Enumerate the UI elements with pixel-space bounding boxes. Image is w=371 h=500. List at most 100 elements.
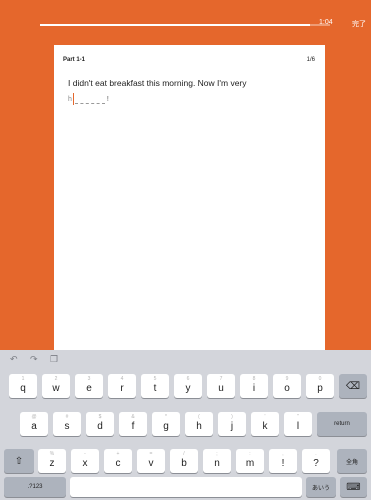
key-label: f — [131, 421, 135, 432]
hide-keyboard-key[interactable]: ⌨ — [340, 477, 367, 497]
key-label: o — [284, 383, 290, 394]
key-w[interactable]: 2w — [42, 374, 70, 398]
key-label: t — [153, 383, 157, 394]
paste-icon[interactable]: ❐ — [50, 354, 58, 365]
key-label: y — [185, 383, 191, 394]
key-secondary-label: @ — [31, 414, 37, 420]
key-secondary-label: * — [165, 414, 167, 420]
key-secondary-label: - — [84, 451, 86, 457]
keyboard: ↶ ↷ ❐ 1 q 2 w 3 e 4 r 5 t 6 y 7 u 8 i 9 o 0 p ⌫ @ a # s $ d & f * g(h)… — [0, 350, 371, 500]
key-secondary-label: 2 — [54, 376, 58, 382]
numbers-key[interactable]: .?123 — [4, 477, 66, 497]
key-l[interactable]: " l — [284, 412, 312, 436]
key-label: ! — [281, 458, 285, 469]
key-k[interactable]: ' k — [251, 412, 279, 436]
finish-button[interactable]: 完了 — [352, 19, 366, 29]
key-label: j — [230, 421, 234, 432]
key-m[interactable]: :m — [236, 449, 264, 473]
key-z[interactable]: % z — [38, 449, 66, 473]
key-label: n — [214, 458, 220, 469]
key-d[interactable]: $ d — [86, 412, 114, 436]
answer-line[interactable]: h ! — [68, 92, 109, 106]
key-x[interactable]: -x — [71, 449, 99, 473]
end-punctuation: ! — [106, 95, 109, 103]
key-label: a — [31, 421, 37, 432]
key-b[interactable]: / b — [170, 449, 198, 473]
key-label: h — [196, 421, 202, 432]
key-e[interactable]: 3e — [75, 374, 103, 398]
key-label: m — [245, 458, 255, 469]
return-key[interactable]: return — [317, 412, 367, 436]
keyboard-toolbar: ↶ ↷ ❐ — [0, 350, 371, 368]
key-label: i — [252, 383, 256, 394]
question-sentence: I didn't eat breakfast this morning. Now… — [68, 78, 247, 88]
key-label: w — [52, 383, 60, 394]
key-label: ? — [313, 458, 319, 469]
key-label: x — [82, 458, 88, 469]
key-j[interactable]: ) j — [218, 412, 246, 436]
key-label: e — [86, 383, 92, 394]
key-label: r — [120, 383, 124, 394]
undo-icon[interactable]: ↶ — [10, 354, 18, 365]
key-secondary-label: ; — [216, 451, 218, 457]
key-label: q — [20, 383, 26, 394]
key-n[interactable]: ; n — [203, 449, 231, 473]
key-secondary-label: 8 — [252, 376, 256, 382]
key-a[interactable]: @ a — [20, 412, 48, 436]
key-secondary-label: $ — [98, 414, 102, 420]
redo-icon[interactable]: ↷ — [30, 354, 38, 365]
key-secondary-label: # — [65, 414, 69, 420]
key-c[interactable]: + c — [104, 449, 132, 473]
key-u[interactable]: 7u — [207, 374, 235, 398]
key-secondary-label: 0 — [318, 376, 322, 382]
key-exclamation[interactable]: ,! — [269, 449, 297, 473]
key-i[interactable]: 8i — [240, 374, 268, 398]
key-s[interactable]: # s — [53, 412, 81, 436]
timer-text: 1:04 — [319, 19, 333, 26]
key-secondary-label: 7 — [219, 376, 223, 382]
question-card: Part 1-1 1/6 I didn't eat breakfast this… — [54, 45, 325, 355]
answer-blank[interactable] — [74, 94, 105, 104]
key-secondary-label: : — [249, 451, 251, 457]
key-secondary-label: , — [282, 451, 284, 457]
key-q[interactable]: 1q — [9, 374, 37, 398]
key-secondary-label: . — [315, 451, 317, 457]
key-secondary-label: ( — [198, 414, 200, 420]
key-p[interactable]: 0p — [306, 374, 334, 398]
key-label: g — [163, 421, 169, 432]
answer-hint: h — [68, 95, 72, 103]
key-secondary-label: 4 — [120, 376, 124, 382]
key-f[interactable]: & f — [119, 412, 147, 436]
key-secondary-label: = — [149, 451, 153, 457]
progress-fill — [40, 24, 310, 26]
full-width-key[interactable]: 全角 — [337, 449, 367, 473]
shift-key[interactable]: ⇧ — [4, 449, 34, 473]
key-secondary-label: 9 — [285, 376, 289, 382]
key-label: l — [296, 421, 300, 432]
key-label: s — [64, 421, 70, 432]
key-label: c — [115, 458, 121, 469]
key-secondary-label: 5 — [153, 376, 157, 382]
part-label: Part 1-1 — [63, 57, 86, 63]
space-key[interactable] — [70, 477, 302, 497]
key-label: d — [97, 421, 103, 432]
top-bar: 1:04 完了 — [0, 0, 371, 40]
key-v[interactable]: = v — [137, 449, 165, 473]
key-y[interactable]: 6y — [174, 374, 202, 398]
key-g[interactable]: * g — [152, 412, 180, 436]
key-h[interactable]: (h — [185, 412, 213, 436]
delete-key[interactable]: ⌫ — [339, 374, 367, 398]
page-indicator: 1/6 — [306, 57, 315, 63]
key-secondary-label: ) — [231, 414, 233, 420]
key-label: z — [49, 458, 55, 469]
key-secondary-label: / — [183, 451, 185, 457]
key-label: k — [262, 421, 268, 432]
progress-bar — [40, 24, 330, 26]
key-secondary-label: 3 — [87, 376, 91, 382]
text-cursor — [72, 93, 74, 105]
key-r[interactable]: 4r — [108, 374, 136, 398]
key-question[interactable]: .? — [302, 449, 330, 473]
key-t[interactable]: 5t — [141, 374, 169, 398]
ime-key[interactable]: あいう — [306, 477, 336, 497]
key-o[interactable]: 9o — [273, 374, 301, 398]
